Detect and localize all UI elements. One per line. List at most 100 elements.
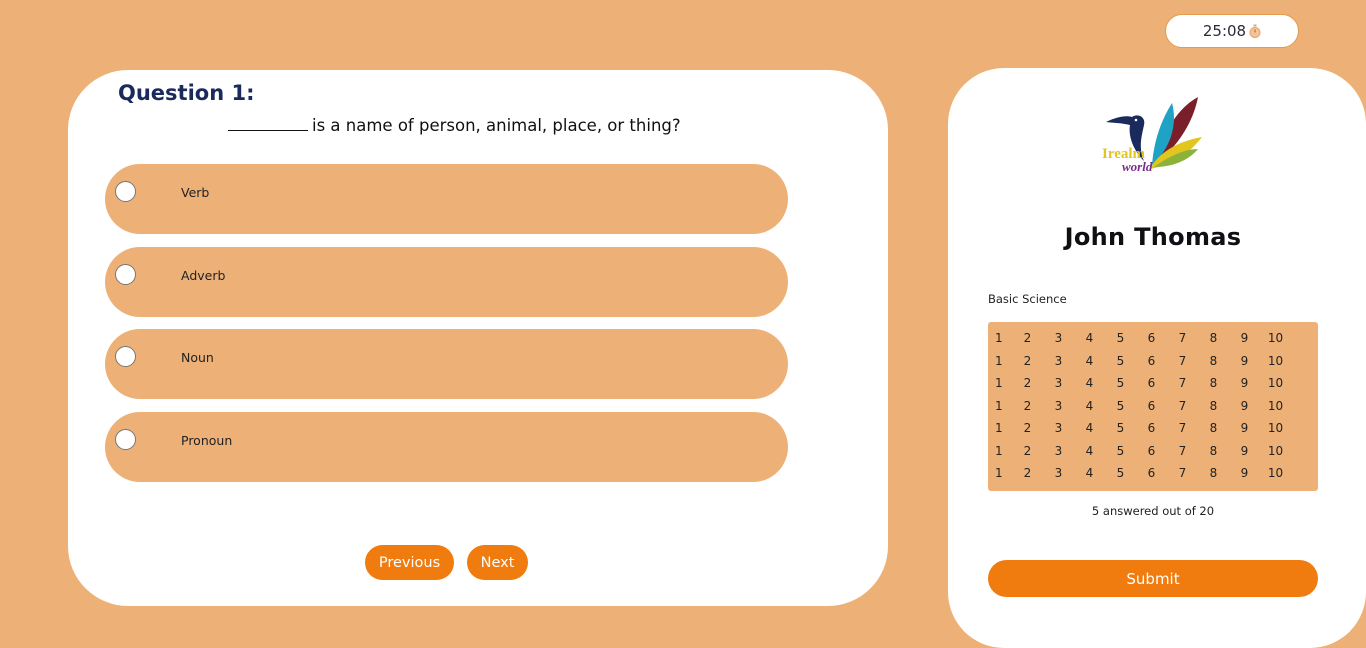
question-number[interactable]: 8 (1198, 421, 1229, 435)
question-number[interactable]: 10 (1260, 331, 1291, 345)
question-number[interactable]: 10 (1260, 466, 1291, 480)
profile-card: Irealm world John Thomas Basic Science 1… (948, 68, 1366, 648)
question-number[interactable]: 2 (1012, 399, 1043, 413)
question-number[interactable]: 1 (991, 376, 1009, 390)
question-number[interactable]: 9 (1229, 466, 1260, 480)
option-label: Adverb (181, 268, 226, 283)
question-number[interactable]: 2 (1012, 444, 1043, 458)
question-number[interactable]: 7 (1167, 331, 1198, 345)
question-number[interactable]: 2 (1012, 376, 1043, 390)
submit-button[interactable]: Submit (988, 560, 1318, 597)
question-number[interactable]: 8 (1198, 399, 1229, 413)
question-title: Question 1: (118, 81, 255, 105)
question-number[interactable]: 7 (1167, 421, 1198, 435)
question-number[interactable]: 1 (991, 399, 1009, 413)
grid-row: 1 2 3 4 5 6 7 8 9 10 (988, 372, 1318, 395)
question-number[interactable]: 10 (1260, 354, 1291, 368)
question-number[interactable]: 7 (1167, 444, 1198, 458)
grid-row: 1 2 3 4 5 6 7 8 9 10 (988, 440, 1318, 463)
question-number[interactable]: 3 (1043, 466, 1074, 480)
grid-row: 1 2 3 4 5 6 7 8 9 10 (988, 395, 1318, 418)
question-number[interactable]: 4 (1074, 466, 1105, 480)
question-number[interactable]: 8 (1198, 376, 1229, 390)
grid-row: 1 2 3 4 5 6 7 8 9 10 (988, 350, 1318, 373)
question-number[interactable]: 5 (1105, 421, 1136, 435)
question-number[interactable]: 1 (991, 466, 1009, 480)
option-adverb[interactable]: Adverb (105, 247, 788, 317)
question-number[interactable]: 6 (1136, 399, 1167, 413)
question-number[interactable]: 8 (1198, 466, 1229, 480)
radio-button[interactable] (115, 346, 136, 367)
next-button[interactable]: Next (467, 545, 528, 580)
timer: 25:08 (1165, 14, 1299, 48)
question-number[interactable]: 2 (1012, 354, 1043, 368)
answered-count: 5 answered out of 20 (1091, 504, 1215, 518)
question-number[interactable]: 6 (1136, 466, 1167, 480)
question-number[interactable]: 7 (1167, 354, 1198, 368)
question-number[interactable]: 6 (1136, 444, 1167, 458)
question-number[interactable]: 7 (1167, 399, 1198, 413)
question-number[interactable]: 9 (1229, 421, 1260, 435)
question-number[interactable]: 6 (1136, 331, 1167, 345)
question-number[interactable]: 5 (1105, 444, 1136, 458)
question-number[interactable]: 10 (1260, 421, 1291, 435)
question-number[interactable]: 6 (1136, 376, 1167, 390)
option-verb[interactable]: Verb (105, 164, 788, 234)
grid-row: 1 2 3 4 5 6 7 8 9 10 (988, 462, 1318, 485)
radio-button[interactable] (115, 264, 136, 285)
question-number[interactable]: 9 (1229, 331, 1260, 345)
question-number[interactable]: 5 (1105, 354, 1136, 368)
option-noun[interactable]: Noun (105, 329, 788, 399)
question-number[interactable]: 4 (1074, 444, 1105, 458)
question-number[interactable]: 3 (1043, 399, 1074, 413)
user-name: John Thomas (1064, 223, 1242, 251)
question-number[interactable]: 2 (1012, 466, 1043, 480)
question-number[interactable]: 1 (991, 354, 1009, 368)
question-number[interactable]: 3 (1043, 331, 1074, 345)
subject-label: Basic Science (988, 292, 1067, 306)
question-number[interactable]: 3 (1043, 376, 1074, 390)
irealm-world-logo: Irealm world (1098, 95, 1204, 181)
question-number[interactable]: 5 (1105, 376, 1136, 390)
question-number[interactable]: 4 (1074, 354, 1105, 368)
radio-button[interactable] (115, 429, 136, 450)
question-number[interactable]: 1 (991, 331, 1009, 345)
question-number[interactable]: 8 (1198, 331, 1229, 345)
stopwatch-icon (1249, 24, 1261, 38)
question-number[interactable]: 5 (1105, 331, 1136, 345)
question-number[interactable]: 6 (1136, 421, 1167, 435)
question-number[interactable]: 4 (1074, 376, 1105, 390)
grid-row: 1 2 3 4 5 6 7 8 9 10 (988, 417, 1318, 440)
question-number[interactable]: 2 (1012, 421, 1043, 435)
question-number[interactable]: 10 (1260, 376, 1291, 390)
question-number[interactable]: 3 (1043, 444, 1074, 458)
previous-button[interactable]: Previous (365, 545, 454, 580)
option-label: Verb (181, 185, 210, 200)
question-number[interactable]: 5 (1105, 399, 1136, 413)
option-label: Pronoun (181, 433, 233, 448)
question-number[interactable]: 4 (1074, 421, 1105, 435)
question-number[interactable]: 9 (1229, 354, 1260, 368)
question-number[interactable]: 2 (1012, 331, 1043, 345)
question-number[interactable]: 9 (1229, 399, 1260, 413)
question-number[interactable]: 9 (1229, 376, 1260, 390)
option-pronoun[interactable]: Pronoun (105, 412, 788, 482)
question-number[interactable]: 1 (991, 444, 1009, 458)
question-number[interactable]: 3 (1043, 421, 1074, 435)
question-number[interactable]: 10 (1260, 399, 1291, 413)
question-number[interactable]: 10 (1260, 444, 1291, 458)
question-number[interactable]: 7 (1167, 376, 1198, 390)
question-number[interactable]: 8 (1198, 354, 1229, 368)
question-number[interactable]: 3 (1043, 354, 1074, 368)
question-number[interactable]: 5 (1105, 466, 1136, 480)
svg-text:world: world (1122, 159, 1153, 174)
question-number[interactable]: 4 (1074, 331, 1105, 345)
question-number[interactable]: 7 (1167, 466, 1198, 480)
question-number[interactable]: 1 (991, 421, 1009, 435)
question-number[interactable]: 9 (1229, 444, 1260, 458)
radio-button[interactable] (115, 181, 136, 202)
question-number[interactable]: 4 (1074, 399, 1105, 413)
question-blank (228, 130, 308, 131)
question-number[interactable]: 6 (1136, 354, 1167, 368)
question-number[interactable]: 8 (1198, 444, 1229, 458)
